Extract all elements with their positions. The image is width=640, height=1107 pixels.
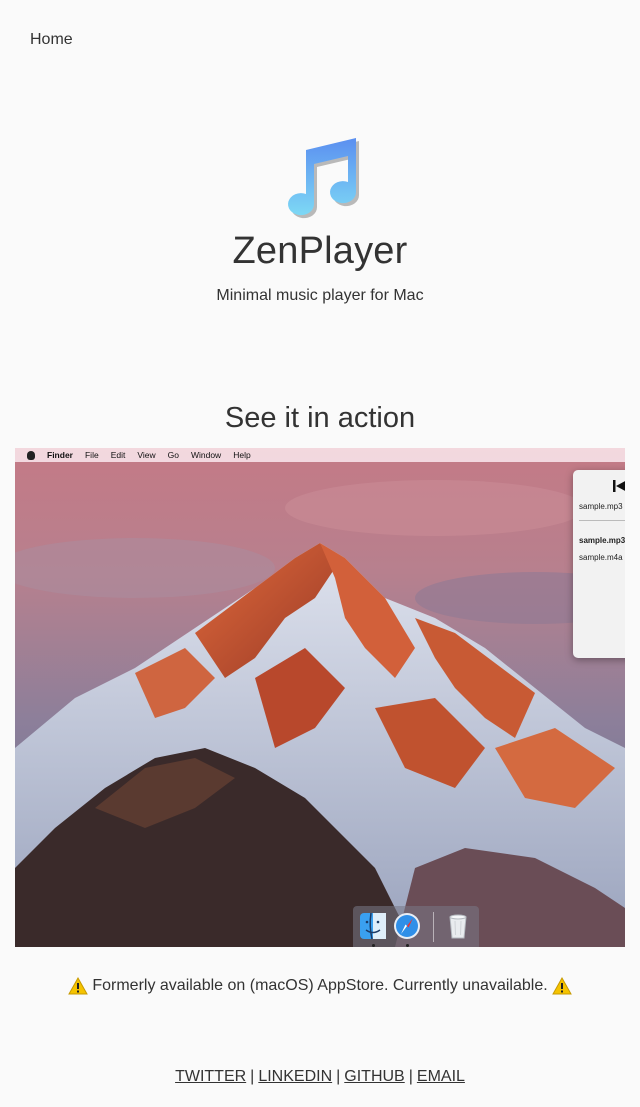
- nav-home-link[interactable]: Home: [30, 31, 73, 49]
- apple-icon: [27, 450, 35, 460]
- player-track: sample.mp3: [579, 502, 623, 511]
- mac-menubar: Finder File Edit View Go Window Help: [15, 448, 625, 462]
- safari-icon: [394, 913, 420, 939]
- mac-dock: [353, 906, 479, 947]
- twitter-link[interactable]: TWITTER: [175, 1068, 246, 1085]
- menubar-item: Window: [190, 450, 222, 460]
- menubar-item: Edit: [110, 450, 126, 460]
- github-link[interactable]: GITHUB: [344, 1068, 404, 1085]
- footer-separator: |: [336, 1068, 341, 1085]
- warning-icon: [551, 977, 572, 995]
- section-title: See it in action: [224, 402, 416, 434]
- warning-icon: [68, 977, 89, 995]
- menubar-item: File: [84, 450, 99, 460]
- music-note-icon: [288, 138, 360, 219]
- app-title: ZenPlayer: [232, 230, 408, 272]
- dock-separator: [433, 912, 434, 942]
- trash-icon: [449, 914, 467, 939]
- footer-separator: |: [408, 1068, 413, 1085]
- notice-text: Formerly available on (macOS) AppStore. …: [92, 977, 548, 994]
- player-track: sample.m4a: [579, 553, 623, 562]
- email-link[interactable]: EMAIL: [417, 1068, 465, 1085]
- menubar-item: Finder: [47, 450, 73, 460]
- player-window: sample.mp3 sample.mp3 sample.m4a: [573, 470, 625, 658]
- dock-running-indicator: [406, 944, 409, 947]
- previous-track-icon: [613, 480, 625, 492]
- menubar-item: Help: [233, 450, 251, 460]
- mountain-wallpaper: [15, 448, 625, 947]
- player-divider: [579, 520, 625, 521]
- dock-running-indicator: [372, 944, 375, 947]
- player-track: sample.mp3: [579, 536, 625, 545]
- finder-icon: [360, 912, 386, 940]
- demo-screenshot: Finder File Edit View Go Window Help sam…: [15, 448, 625, 947]
- availability-notice: Formerly available on (macOS) AppStore. …: [0, 977, 640, 995]
- footer-separator: |: [250, 1068, 255, 1085]
- menubar-item: Go: [167, 450, 179, 460]
- app-subtitle: Minimal music player for Mac: [216, 287, 424, 304]
- menubar-item: View: [137, 450, 156, 460]
- footer-links: TWITTER | LINKEDIN | GITHUB | EMAIL: [0, 1068, 640, 1086]
- linkedin-link[interactable]: LINKEDIN: [258, 1068, 332, 1085]
